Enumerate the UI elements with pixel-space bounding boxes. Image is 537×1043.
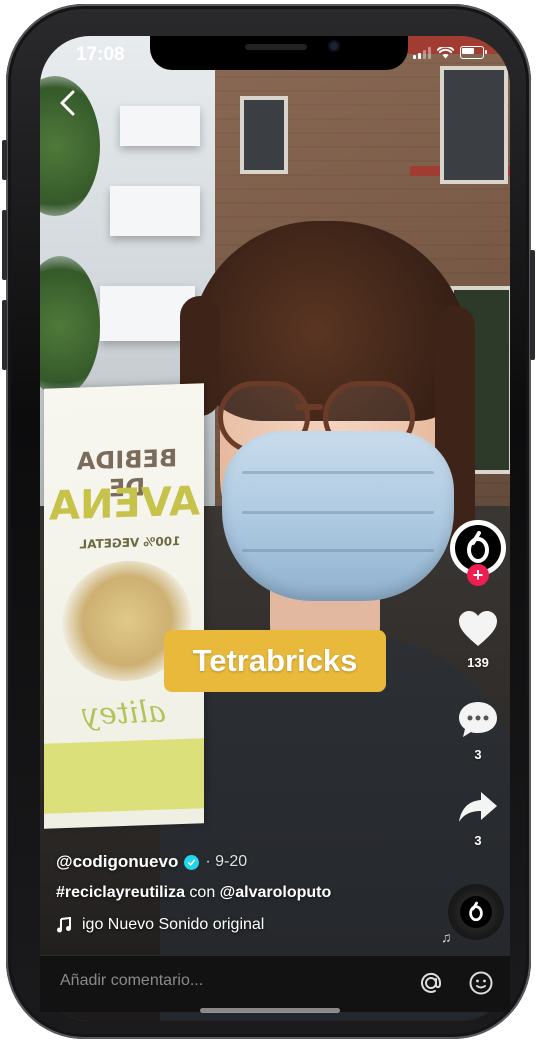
balcony [110,186,200,236]
carton-subtitle: 100% VEGETAL [79,534,181,552]
video-frame[interactable]: BEBIDA DE AVENA 100% VEGETAL alitey [40,36,510,1021]
front-camera [328,40,340,52]
battery-icon [460,46,487,59]
hashtag-link[interactable]: #reciclayreutiliza [56,884,185,901]
share-arrow-icon [459,792,497,822]
heart-icon [459,611,497,646]
post-date: · 9-20 [205,853,248,870]
volume-up-button [2,210,7,280]
emoji-icon[interactable] [468,970,494,996]
notch [150,36,408,70]
at-sign-icon[interactable] [418,970,444,996]
back-arrow-icon [60,90,75,116]
like-button[interactable]: 139 [452,610,504,670]
caption-with: con [184,884,220,901]
screen: BEBIDA DE AVENA 100% VEGETAL alitey [40,36,510,1021]
back-button[interactable] [56,88,80,118]
video-overlay-label: Tetrabricks [164,630,386,692]
wifi-icon [437,46,454,58]
balcony [120,106,200,146]
codigo-nuevo-logo-icon [467,531,489,563]
sound-name: igo Nuevo Sonido original [82,916,265,933]
sound-disc-avatar [460,896,492,928]
share-button[interactable]: 3 [452,788,504,848]
like-count: 139 [467,655,489,670]
glasses-bridge [295,404,323,410]
comment-bar: Añadir comentario... [40,955,510,1012]
floating-music-note-icon: ♫ [441,929,452,945]
sound-row[interactable]: igo Nuevo Sonido original [56,916,264,934]
username-link[interactable]: @codigonuevo [56,852,178,872]
carton-product: AVENA [49,478,200,530]
sound-disc-button[interactable] [448,884,504,940]
power-button [530,250,535,360]
verified-badge-icon [184,854,200,870]
face-mask [222,431,454,601]
comment-bubble-icon [459,702,497,737]
caption-user-line: @codigonuevo · 9-20 [56,852,247,872]
home-indicator[interactable] [200,1008,340,1013]
share-count: 3 [474,833,482,848]
comment-input[interactable]: Añadir comentario... [60,972,203,990]
status-icons [413,46,487,59]
carton-band [44,738,204,814]
signal-icon [413,46,431,59]
oat-drink-carton: BEBIDA DE AVENA 100% VEGETAL alitey [44,383,204,829]
carton-brand: alitey [82,694,166,733]
status-time: 17:08 [76,44,125,65]
silent-switch [2,140,7,180]
music-note-icon [57,917,71,933]
volume-down-button [2,300,7,370]
window [240,96,288,174]
comment-button[interactable]: 3 [452,700,504,762]
profile-avatar-button[interactable]: + [450,520,506,586]
follow-plus-button[interactable]: + [467,564,489,586]
comment-count: 3 [474,747,482,762]
caption-text: #reciclayreutiliza con @alvaroloputo [56,884,331,902]
speaker [245,44,307,50]
codigo-nuevo-logo-icon [469,901,483,922]
mention-link[interactable]: @alvaroloputo [220,884,332,901]
window [440,66,508,184]
